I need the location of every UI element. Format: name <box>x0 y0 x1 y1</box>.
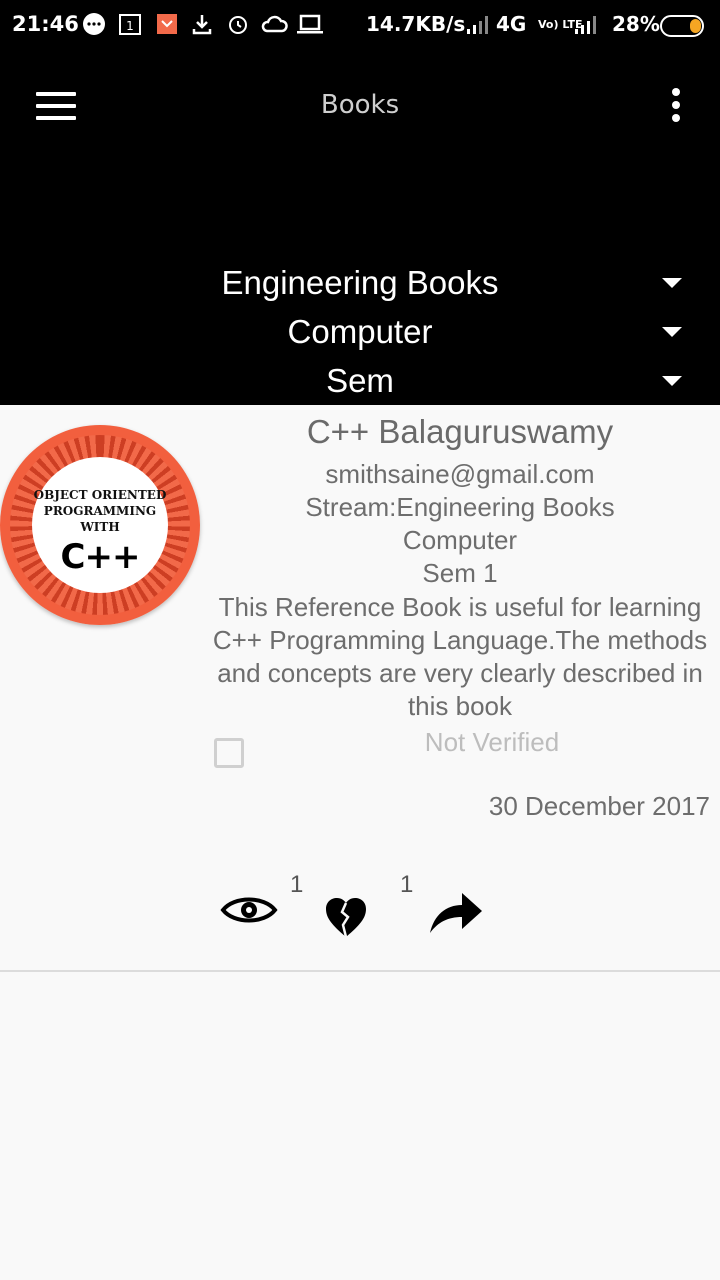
filter-branch-dropdown[interactable]: Computer <box>0 313 720 359</box>
book-stream: Stream:Engineering Books <box>305 492 615 522</box>
likes-count: 1 <box>400 871 414 898</box>
views-icon[interactable] <box>220 892 278 932</box>
app-bar: Books Engineering Books Computer Sem <box>0 52 720 405</box>
page-title: Books <box>320 90 400 120</box>
book-card[interactable]: OBJECT ORIENTED PROGRAMMING WITH C++ C++… <box>0 405 720 972</box>
download-icon <box>190 12 214 36</box>
broken-heart-icon[interactable] <box>324 897 368 943</box>
status-time: 21:46 <box>12 12 79 36</box>
chat-bubble-icon <box>82 12 106 36</box>
verified-status: Not Verified <box>424 727 560 757</box>
filter-branch-label: Computer <box>287 313 433 350</box>
battery-icon <box>660 14 708 38</box>
signal-icon <box>574 12 600 36</box>
chevron-down-icon <box>662 376 682 386</box>
book-cover-image[interactable]: OBJECT ORIENTED PROGRAMMING WITH C++ <box>0 425 200 625</box>
cloud-icon <box>260 12 288 36</box>
cover-inner: OBJECT ORIENTED PROGRAMMING WITH C++ <box>32 457 168 593</box>
filter-stream-label: Engineering Books <box>221 264 499 301</box>
app-icon <box>156 12 178 36</box>
laptop-icon <box>296 12 324 36</box>
svg-text:1: 1 <box>126 19 134 33</box>
more-vert-icon[interactable] <box>664 88 688 128</box>
verified-checkbox[interactable] <box>214 738 244 768</box>
book-title: C++ Balaguruswamy <box>306 413 614 450</box>
chevron-down-icon <box>662 327 682 337</box>
share-icon[interactable] <box>428 889 484 939</box>
book-email: smithsaine@gmail.com <box>325 459 595 489</box>
views-count: 1 <box>290 871 304 898</box>
filter-sem-dropdown[interactable]: Sem <box>0 362 720 408</box>
net-speed: 14.7KB/s <box>366 12 466 36</box>
cover-title: C++ <box>60 537 141 577</box>
cover-text: OBJECT ORIENTED PROGRAMMING WITH <box>33 488 167 534</box>
calendar-icon: 1 <box>118 12 142 36</box>
alarm-icon <box>226 12 250 36</box>
book-branch: Computer <box>402 525 518 555</box>
book-date: 30 December 2017 <box>488 791 710 821</box>
filter-sem-label: Sem <box>326 362 394 399</box>
book-sem: Sem 1 <box>422 558 498 588</box>
battery-percent: 28% <box>612 12 660 36</box>
card-divider <box>0 970 720 972</box>
book-description: This Reference Book is useful for learni… <box>212 592 708 721</box>
network-type: 4G <box>496 12 527 36</box>
filter-stream-dropdown[interactable]: Engineering Books <box>0 264 720 310</box>
chevron-down-icon <box>662 278 682 288</box>
signal-icon <box>466 12 492 36</box>
status-bar: 21:46 1 14.7KB/s 4G Vo) LTE 28% <box>0 0 720 52</box>
